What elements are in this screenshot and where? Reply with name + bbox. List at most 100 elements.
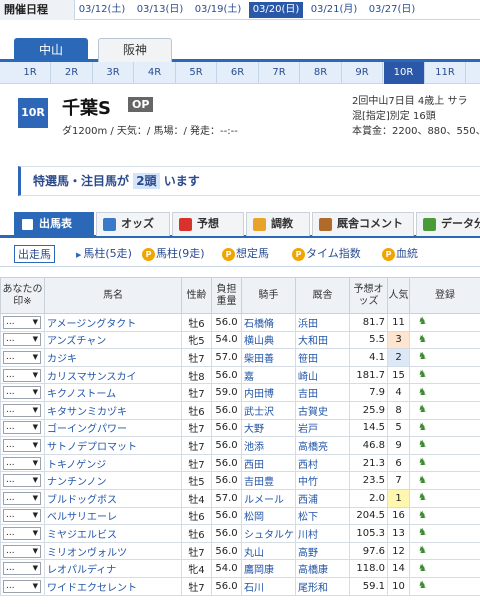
tool-tab[interactable]: 出馬表 xyxy=(14,212,94,236)
stable-link[interactable]: 古賀史 xyxy=(295,400,350,420)
register-horse-icon[interactable]: ♞ xyxy=(418,439,432,451)
register-horse-icon[interactable]: ♞ xyxy=(418,492,432,504)
stable-link[interactable]: 高橋亮 xyxy=(295,436,350,455)
race-tab[interactable]: 4R xyxy=(135,62,176,84)
venue-tab[interactable]: 阪神 xyxy=(98,38,172,62)
horse-name-link[interactable]: アメージングタクト xyxy=(44,313,182,332)
stable-link[interactable]: 松下 xyxy=(295,506,350,526)
mark-select[interactable]: ... xyxy=(3,544,41,558)
stable-link[interactable]: 浜田 xyxy=(295,313,350,332)
register-horse-icon[interactable]: ♞ xyxy=(418,422,432,434)
mark-select[interactable]: ... xyxy=(3,438,41,452)
register-horse-icon[interactable]: ♞ xyxy=(418,334,432,346)
date-link[interactable]: 03/19(土) xyxy=(191,2,245,18)
horse-name-link[interactable]: ナンチンノン xyxy=(44,471,182,490)
mark-select[interactable]: ... xyxy=(3,456,41,470)
horse-name-link[interactable]: サトノデプロマット xyxy=(44,436,182,455)
date-link[interactable]: 03/12(土) xyxy=(75,2,129,18)
sub-tab[interactable]: P 想定馬 xyxy=(222,245,269,263)
jockey-link[interactable]: 鷹岡康 xyxy=(241,559,296,578)
jockey-link[interactable]: 柴田善 xyxy=(241,348,296,367)
register-horse-icon[interactable]: ♞ xyxy=(418,580,432,592)
register-horse-icon[interactable]: ♞ xyxy=(418,527,432,539)
mark-select[interactable]: ... xyxy=(3,579,41,593)
sub-tab[interactable]: P 馬柱(9走) xyxy=(142,245,205,263)
mark-select[interactable]: ... xyxy=(3,509,41,523)
register-horse-icon[interactable]: ♞ xyxy=(418,369,432,381)
jockey-link[interactable]: ルメール xyxy=(241,488,296,508)
register-horse-icon[interactable]: ♞ xyxy=(418,387,432,399)
mark-select[interactable]: ... xyxy=(3,386,41,400)
jockey-link[interactable]: 嘉 xyxy=(241,365,296,385)
mark-select[interactable]: ... xyxy=(3,491,41,505)
register-horse-icon[interactable]: ♞ xyxy=(418,351,432,363)
stable-link[interactable]: 吉田 xyxy=(295,383,350,402)
horse-name-link[interactable]: キクノストーム xyxy=(44,383,182,402)
sub-tab[interactable]: P タイム指数 xyxy=(292,245,361,263)
horse-name-link[interactable]: カジキ xyxy=(44,348,182,367)
register-horse-icon[interactable]: ♞ xyxy=(418,475,432,487)
horse-name-link[interactable]: ゴーイングパワー xyxy=(44,418,182,438)
register-horse-icon[interactable]: ♞ xyxy=(418,457,432,469)
sub-tab[interactable]: 出走馬 xyxy=(14,245,55,263)
stable-link[interactable]: 高橋康 xyxy=(295,559,350,578)
date-link[interactable]: 03/20(日) xyxy=(249,2,303,18)
stable-link[interactable]: 岩戸 xyxy=(295,418,350,438)
horse-name-link[interactable]: キタサンミカヅキ xyxy=(44,400,182,420)
jockey-link[interactable]: 内田博 xyxy=(241,383,296,402)
register-horse-icon[interactable]: ♞ xyxy=(418,404,432,416)
horse-name-link[interactable]: ミヤジエルビス xyxy=(44,524,182,543)
race-tab[interactable]: 6R xyxy=(218,62,259,84)
tool-tab[interactable]: 調教 xyxy=(246,212,310,236)
race-tab[interactable]: 8R xyxy=(301,62,342,84)
stable-link[interactable]: 西浦 xyxy=(295,488,350,508)
stable-link[interactable]: 尾形和 xyxy=(295,576,350,596)
jockey-link[interactable]: 池添 xyxy=(241,436,296,455)
stable-link[interactable]: 高野 xyxy=(295,541,350,561)
horse-name-link[interactable]: アンズチャン xyxy=(44,330,182,350)
register-horse-icon[interactable]: ♞ xyxy=(418,510,432,522)
jockey-link[interactable]: 石川 xyxy=(241,576,296,596)
mark-select[interactable]: ... xyxy=(3,403,41,417)
horse-name-link[interactable]: ベルサリエーレ xyxy=(44,506,182,526)
jockey-link[interactable]: 武士沢 xyxy=(241,400,296,420)
horse-name-link[interactable]: カリスマサンスカイ xyxy=(44,365,182,385)
mark-select[interactable]: ... xyxy=(3,333,41,347)
horse-name-link[interactable]: ミリオンヴォルツ xyxy=(44,541,182,561)
tool-tab[interactable]: 厩舎コメント xyxy=(312,212,414,236)
date-link[interactable]: 03/13(日) xyxy=(133,2,187,18)
jockey-link[interactable]: 横山典 xyxy=(241,330,296,350)
stable-link[interactable]: 川村 xyxy=(295,524,350,543)
race-tab[interactable]: 2R xyxy=(52,62,93,84)
venue-tab[interactable]: 中山 xyxy=(14,38,88,62)
race-tab[interactable]: 5R xyxy=(176,62,217,84)
date-link[interactable]: 03/21(月) xyxy=(307,2,361,18)
jockey-link[interactable]: 松岡 xyxy=(241,506,296,526)
mark-select[interactable]: ... xyxy=(3,368,41,382)
stable-link[interactable]: 崎山 xyxy=(295,365,350,385)
date-link[interactable]: 03/27(日) xyxy=(365,2,419,18)
race-tab[interactable]: 3R xyxy=(93,62,134,84)
race-tab[interactable]: 9R xyxy=(342,62,383,84)
horse-name-link[interactable]: ブルドッグボス xyxy=(44,488,182,508)
mark-select[interactable]: ... xyxy=(3,526,41,540)
jockey-link[interactable]: 大野 xyxy=(241,418,296,438)
mark-select[interactable]: ... xyxy=(3,421,41,435)
tool-tab[interactable]: 予想 xyxy=(172,212,244,236)
jockey-link[interactable]: シュタルケ xyxy=(241,524,296,543)
mark-select[interactable]: ... xyxy=(3,562,41,576)
stable-link[interactable]: 中竹 xyxy=(295,471,350,490)
register-horse-icon[interactable]: ♞ xyxy=(418,563,432,575)
mark-select[interactable]: ... xyxy=(3,350,41,364)
horse-name-link[interactable]: トキノゲンジ xyxy=(44,453,182,473)
stable-link[interactable]: 大和田 xyxy=(295,330,350,350)
race-tab[interactable]: 7R xyxy=(259,62,300,84)
race-tab[interactable]: 10R xyxy=(383,62,425,84)
register-horse-icon[interactable]: ♞ xyxy=(418,316,432,328)
stable-link[interactable]: 西村 xyxy=(295,453,350,473)
register-horse-icon[interactable]: ♞ xyxy=(418,545,432,557)
featured-horses-notice[interactable]: 特選馬・注目馬が 2頭 います xyxy=(18,166,480,196)
stable-link[interactable]: 笹田 xyxy=(295,348,350,367)
race-tab[interactable]: 1R xyxy=(10,62,51,84)
mark-select[interactable]: ... xyxy=(3,474,41,488)
